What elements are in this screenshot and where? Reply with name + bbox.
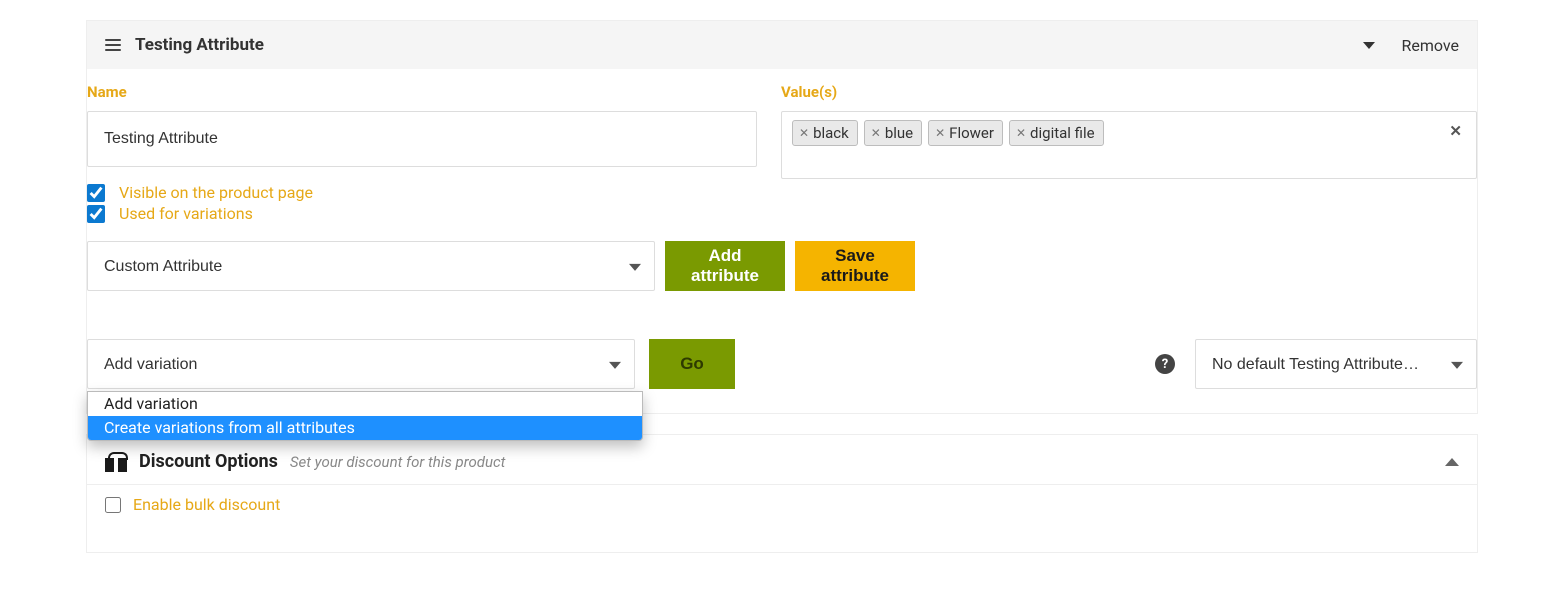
remove-attribute-link[interactable]: Remove: [1401, 36, 1459, 55]
values-tag-input[interactable]: ✕black ✕blue ✕Flower ✕digital file ✕: [781, 111, 1477, 179]
attribute-name-input[interactable]: [87, 111, 757, 167]
enable-bulk-discount-label[interactable]: Enable bulk discount: [133, 495, 280, 514]
attribute-title: Testing Attribute: [135, 35, 264, 55]
collapse-icon[interactable]: [1363, 42, 1375, 49]
value-tag: ✕digital file: [1009, 120, 1104, 146]
gift-icon: [105, 452, 127, 472]
help-icon[interactable]: ?: [1155, 354, 1175, 374]
discount-header[interactable]: Discount Options Set your discount for t…: [87, 435, 1477, 484]
value-tag: ✕Flower: [928, 120, 1003, 146]
values-label: Value(s): [781, 83, 1477, 101]
go-button[interactable]: Go: [649, 339, 735, 389]
remove-tag-icon[interactable]: ✕: [1016, 123, 1026, 143]
variations-label[interactable]: Used for variations: [119, 204, 253, 223]
attribute-type-select[interactable]: Custom Attribute: [87, 241, 655, 291]
clear-all-tags-icon[interactable]: ✕: [1449, 122, 1462, 140]
add-attribute-button[interactable]: Add attribute: [665, 241, 785, 291]
value-tag: ✕black: [792, 120, 858, 146]
variation-option-create-all[interactable]: Create variations from all attributes: [88, 416, 642, 440]
remove-tag-icon[interactable]: ✕: [871, 123, 881, 143]
visible-label[interactable]: Visible on the product page: [119, 183, 313, 202]
value-tag: ✕blue: [864, 120, 922, 146]
attribute-header[interactable]: Testing Attribute Remove: [87, 21, 1477, 69]
default-attribute-select[interactable]: No default Testing Attribute…: [1195, 339, 1477, 389]
name-label: Name: [87, 83, 757, 101]
variations-checkbox[interactable]: [87, 205, 105, 223]
visible-checkbox[interactable]: [87, 184, 105, 202]
discount-title: Discount Options: [139, 451, 278, 472]
enable-bulk-discount-checkbox[interactable]: [105, 497, 121, 513]
remove-tag-icon[interactable]: ✕: [799, 123, 809, 143]
remove-tag-icon[interactable]: ✕: [935, 123, 945, 143]
variation-action-dropdown: Add variation Create variations from all…: [87, 391, 643, 441]
variation-option-add[interactable]: Add variation: [88, 392, 642, 416]
discount-subtitle: Set your discount for this product: [290, 453, 506, 471]
collapse-up-icon[interactable]: [1445, 458, 1459, 466]
variation-action-select[interactable]: Add variation: [87, 339, 635, 389]
drag-handle-icon[interactable]: [105, 39, 121, 51]
